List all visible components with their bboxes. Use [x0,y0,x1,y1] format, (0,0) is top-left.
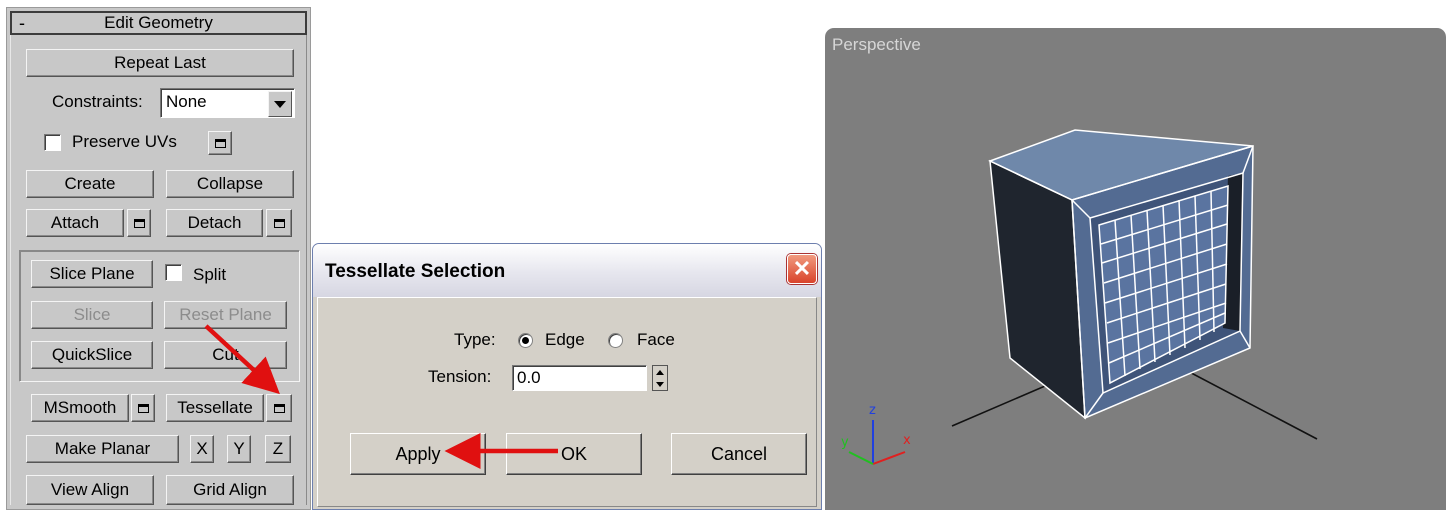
settings-window-icon [273,403,285,413]
dialog-title: Tessellate Selection [325,261,506,282]
msmooth-settings-button[interactable] [131,394,155,422]
axis-tripod: z x y [841,403,911,465]
apply-button[interactable]: Apply [350,433,486,475]
type-edge-radio[interactable] [518,333,533,348]
edit-geometry-panel: - Edit Geometry Repeat Last Constraints:… [6,7,311,510]
rollout-title: Edit Geometry [104,13,213,32]
constraints-dropdown[interactable]: None [160,88,295,118]
close-button[interactable]: ✕ [787,254,817,284]
tension-value: 0.0 [517,368,541,387]
tension-spinner[interactable] [652,365,668,391]
ok-button[interactable]: OK [506,433,642,475]
dialog-title-bar[interactable]: Tessellate Selection ✕ [313,244,821,297]
quickslice-button[interactable]: QuickSlice [31,341,153,369]
perspective-viewport[interactable]: Perspective z x y [825,28,1446,510]
make-planar-button[interactable]: Make Planar [26,435,179,463]
reset-plane-button[interactable]: Reset Plane [164,301,287,329]
view-align-button[interactable]: View Align [26,475,154,505]
collapse-toggle[interactable]: - [12,14,32,32]
viewport-scene [951,129,1318,440]
tension-input[interactable]: 0.0 [512,365,647,391]
collapse-button[interactable]: Collapse [166,170,294,198]
type-label: Type: [454,330,496,349]
preserve-uvs-settings-button[interactable] [208,131,232,155]
planar-x-button[interactable]: X [190,435,214,463]
settings-window-icon [137,403,149,413]
tension-label: Tension: [428,367,492,386]
type-face-label: Face [637,330,675,349]
repeat-last-button[interactable]: Repeat Last [26,49,294,77]
settings-window-icon [133,218,145,228]
edit-geometry-rollout-header[interactable]: - Edit Geometry [10,11,307,35]
spinner-down-icon[interactable] [656,381,664,387]
slice-button[interactable]: Slice [31,301,153,329]
constraints-value: None [166,92,207,111]
x-axis-line [872,451,906,465]
preserve-uvs-checkbox[interactable] [44,134,61,151]
tessellate-settings-button[interactable] [266,394,292,422]
close-icon: ✕ [792,256,812,281]
attach-settings-button[interactable] [127,209,151,237]
settings-window-icon [273,218,285,228]
tessellate-selection-dialog: Tessellate Selection ✕ Type: Edge Face T… [312,243,822,510]
create-button[interactable]: Create [26,170,154,198]
cancel-button[interactable]: Cancel [671,433,807,475]
x-axis-label: x [903,433,911,448]
constraints-label: Constraints: [52,92,143,111]
split-checkbox[interactable] [165,264,182,281]
msmooth-button[interactable]: MSmooth [31,394,129,422]
preserve-uvs-label: Preserve UVs [72,132,177,151]
detach-button[interactable]: Detach [166,209,263,237]
detach-settings-button[interactable] [266,209,292,237]
cut-button[interactable]: Cut [164,341,287,369]
split-label: Split [193,265,227,284]
planar-y-button[interactable]: Y [227,435,251,463]
settings-window-icon [214,138,226,148]
type-face-radio[interactable] [608,333,623,348]
dialog-body: Type: Edge Face Tension: 0.0 Apply OK Ca… [317,297,817,507]
tessellate-button[interactable]: Tessellate [166,394,264,422]
grid-align-button[interactable]: Grid Align [166,475,294,505]
spinner-up-icon[interactable] [656,369,664,375]
chevron-down-icon[interactable] [268,91,292,117]
type-edge-label: Edge [545,330,585,349]
y-axis-label: y [841,435,849,450]
z-axis-label: z [869,403,876,418]
attach-button[interactable]: Attach [26,209,124,237]
planar-z-button[interactable]: Z [265,435,291,463]
slice-plane-button[interactable]: Slice Plane [31,260,153,288]
y-axis-line [848,451,874,465]
